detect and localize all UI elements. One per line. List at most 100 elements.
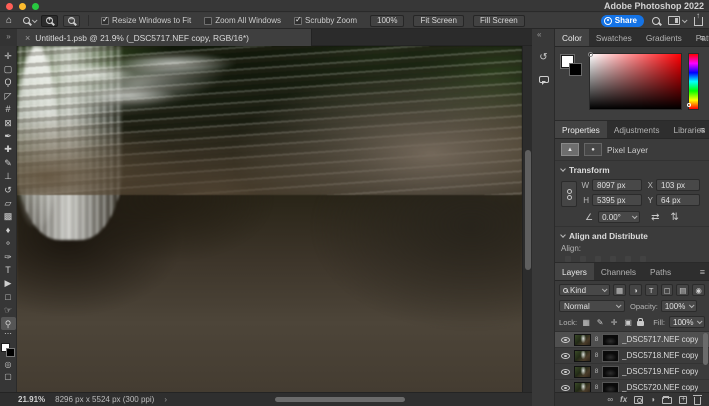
blend-mode-dropdown[interactable]: Normal <box>559 300 625 312</box>
history-brush-tool[interactable]: ↺ <box>1 183 16 196</box>
background-color-swatch[interactable] <box>6 348 15 357</box>
gradient-tool[interactable]: ▩ <box>1 210 16 223</box>
zoom-tool-indicator[interactable] <box>23 17 36 24</box>
status-options-chevron[interactable]: › <box>164 395 167 404</box>
color-picker-ring[interactable] <box>588 52 593 57</box>
layer-mask-thumbnail[interactable] <box>602 334 619 346</box>
quick-mask-icon[interactable]: ◎ <box>5 360 12 369</box>
tab-channels[interactable]: Channels <box>594 263 643 280</box>
foreground-background-colors[interactable] <box>1 343 15 357</box>
tab-gradients[interactable]: Gradients <box>639 29 689 46</box>
background-color[interactable] <box>569 63 582 76</box>
checkbox[interactable]: ✓ <box>101 17 109 25</box>
zoom-in-button[interactable]: + <box>41 15 58 27</box>
layer-thumbnail[interactable] <box>574 366 591 378</box>
layer-thumbnail[interactable] <box>574 334 591 346</box>
zoom-tool[interactable]: ⚲ <box>1 317 16 330</box>
flip-horizontal-icon[interactable]: ⇄ <box>651 212 659 223</box>
filter-group-layers-icon[interactable]: ▢ <box>661 284 674 296</box>
search-icon[interactable] <box>652 17 660 25</box>
path-selection-tool[interactable]: ▶ <box>1 277 16 290</box>
lock-transparency-icon[interactable]: ▦ <box>581 318 591 327</box>
saturation-brightness-field[interactable] <box>589 53 682 110</box>
canvas-vertical-scrollbar[interactable] <box>522 46 532 392</box>
hue-slider[interactable] <box>688 53 699 110</box>
lock-all-icon[interactable] <box>637 321 644 326</box>
document-tab[interactable]: × Untitled-1.psb @ 21.9% (_DSC5717.NEF c… <box>17 29 312 46</box>
history-panel-icon[interactable]: ↺ <box>535 50 552 65</box>
layer-thumbnail[interactable] <box>574 350 591 362</box>
vertical-scrollbar-thumb[interactable] <box>525 150 531 270</box>
filter-smart-object-icon[interactable]: ▤ <box>676 284 689 296</box>
collapse-panels-icon[interactable]: « <box>537 30 541 39</box>
lock-position-icon[interactable]: ✛ <box>609 318 619 327</box>
width-field[interactable]: 8097 px <box>592 179 642 191</box>
fill-dropdown[interactable]: 100% <box>669 316 705 328</box>
checkbox[interactable]: ✓ <box>294 17 302 25</box>
shape-tool[interactable]: □ <box>1 290 16 303</box>
close-tab-icon[interactable]: × <box>25 33 30 43</box>
layer-row[interactable]: 8 _DSC5717.NEF copy <box>555 332 709 348</box>
panel-menu-icon[interactable]: ≡ <box>700 33 705 43</box>
y-field[interactable]: 64 px <box>656 194 700 206</box>
share-button[interactable]: Share <box>601 15 644 27</box>
lock-artboard-icon[interactable]: ▣ <box>623 318 633 327</box>
rotation-angle-dropdown[interactable]: 0.00° <box>598 211 640 223</box>
tab-swatches[interactable]: Swatches <box>589 29 639 46</box>
maximize-window-button[interactable] <box>32 3 39 10</box>
scrubby-zoom-checkbox[interactable]: ✓ Scrubby Zoom <box>294 16 357 25</box>
transform-section-header[interactable]: Transform <box>555 161 709 177</box>
layer-visibility-eye-icon[interactable] <box>559 369 571 375</box>
healing-brush-tool[interactable]: ✚ <box>1 143 16 156</box>
comments-panel-icon[interactable] <box>535 72 552 87</box>
object-selection-tool[interactable]: ◸ <box>1 89 16 102</box>
zoom-out-button[interactable]: − <box>63 15 80 27</box>
expand-tools-icon[interactable]: » <box>0 29 17 46</box>
pen-tool[interactable]: ✑ <box>1 250 16 263</box>
brush-tool[interactable]: ✎ <box>1 156 16 169</box>
resize-windows-to-fit-checkbox[interactable]: ✓ Resize Windows to Fit <box>101 16 191 25</box>
tab-layers[interactable]: Layers <box>555 263 594 280</box>
fill-screen-button[interactable]: Fill Screen <box>473 15 525 27</box>
zoom-all-windows-checkbox[interactable]: Zoom All Windows <box>204 16 281 25</box>
layers-scrollbar-thumb[interactable] <box>703 333 708 365</box>
opacity-dropdown[interactable]: 100% <box>661 300 697 312</box>
layer-row[interactable]: 8 _DSC5719.NEF copy <box>555 364 709 380</box>
layer-row[interactable]: 8 _DSC5718.NEF copy <box>555 348 709 364</box>
horizontal-scrollbar-thumb[interactable] <box>275 397 405 402</box>
layer-mask-thumbnail[interactable] <box>602 366 619 378</box>
layer-style-fx-icon[interactable]: fx <box>620 395 627 404</box>
tab-adjustments[interactable]: Adjustments <box>607 121 667 138</box>
edit-toolbar-icon[interactable]: ⋯ <box>4 330 12 340</box>
blur-tool[interactable]: ♦ <box>1 223 16 236</box>
eraser-tool[interactable]: ▱ <box>1 196 16 209</box>
hand-tool[interactable]: ☞ <box>1 303 16 316</box>
clone-stamp-tool[interactable]: ⊥ <box>1 170 16 183</box>
frame-tool[interactable]: ⊠ <box>1 116 16 129</box>
panel-menu-icon[interactable]: ≡ <box>700 125 705 135</box>
layer-mask-thumbnail[interactable] <box>602 350 619 362</box>
panel-menu-icon[interactable]: ≡ <box>700 267 705 277</box>
filter-pixel-layers-icon[interactable]: ▦ <box>613 284 626 296</box>
align-section-header[interactable]: Align and Distribute <box>555 227 709 243</box>
close-window-button[interactable] <box>6 3 13 10</box>
workspace-switcher[interactable] <box>668 16 686 25</box>
layer-visibility-eye-icon[interactable] <box>559 337 571 343</box>
canvas-image-waterfall[interactable] <box>17 46 522 392</box>
fit-screen-button[interactable]: Fit Screen <box>413 15 463 27</box>
eyedropper-tool[interactable]: ✒ <box>1 129 16 142</box>
link-layers-icon[interactable]: ∞ <box>607 395 613 404</box>
adjustment-layer-icon[interactable]: ◑ <box>650 395 655 404</box>
lasso-tool[interactable]: Ϙ <box>1 76 16 89</box>
lock-pixels-icon[interactable]: ✎ <box>595 318 605 327</box>
home-icon[interactable]: ⌂ <box>6 16 12 26</box>
hue-slider-marker[interactable] <box>687 103 691 107</box>
move-tool[interactable]: ✛ <box>1 49 16 62</box>
filter-kind-dropdown[interactable]: Kind <box>559 284 610 296</box>
pixel-layer-icon[interactable]: ▲ <box>561 143 579 156</box>
mask-properties-icon[interactable]: ● <box>584 143 602 156</box>
x-field[interactable]: 103 px <box>656 179 700 191</box>
checkbox[interactable] <box>204 17 212 25</box>
canvas-area[interactable] <box>17 46 522 392</box>
zoom-level-field[interactable]: 21.91% <box>18 395 45 404</box>
